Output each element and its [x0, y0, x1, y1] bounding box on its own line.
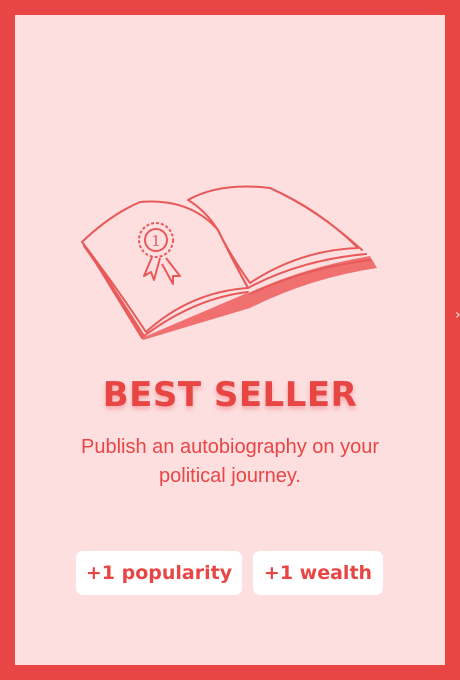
award-number: 1 — [151, 232, 161, 250]
reward-badge-popularity: +1 popularity — [76, 551, 242, 595]
reward-badges: +1 popularity +1 wealth — [0, 551, 460, 595]
chevron-right-icon: › — [455, 308, 460, 322]
card-title: BEST SELLER — [102, 375, 358, 415]
reward-badge-wealth: +1 wealth — [253, 551, 383, 595]
card-description: Publish an autobiography on your politic… — [81, 436, 379, 487]
card-frame: 1 BEST SELLER Publish an autobiography o… — [0, 0, 460, 680]
open-book-icon: 1 — [81, 185, 377, 340]
